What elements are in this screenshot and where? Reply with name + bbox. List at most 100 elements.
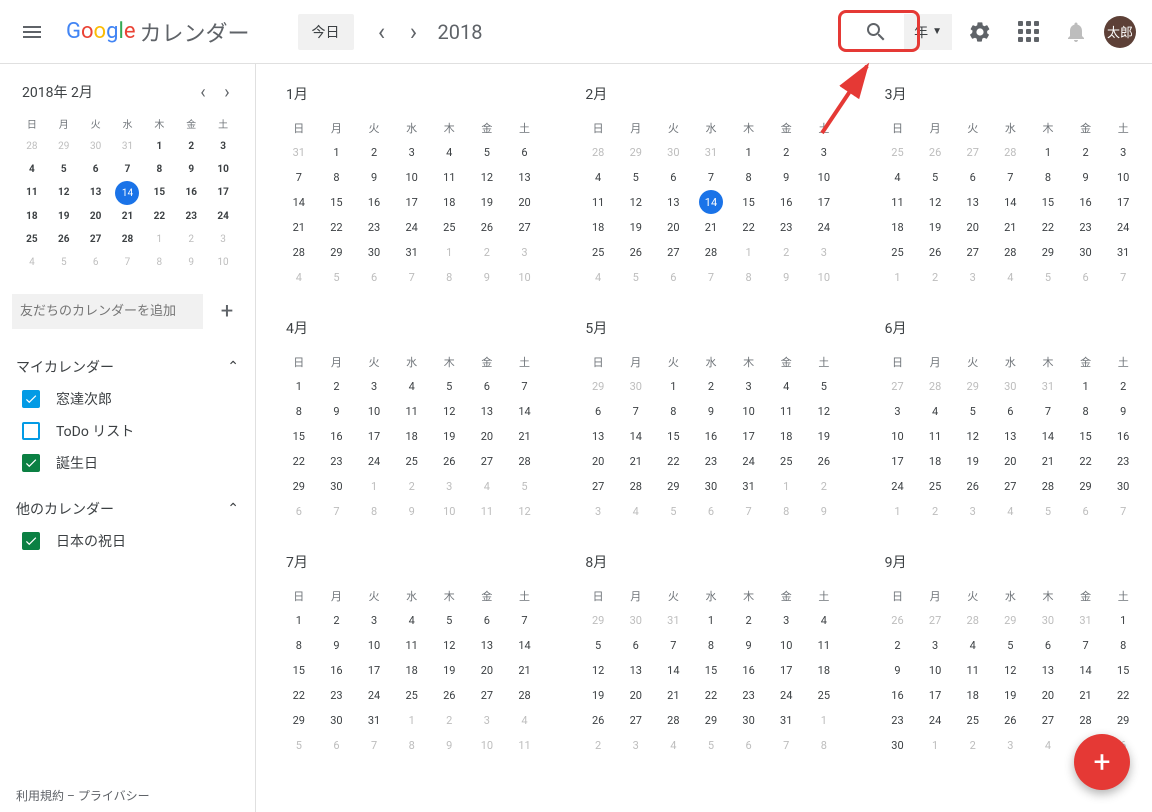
mini-day[interactable]: 28	[16, 135, 48, 158]
day[interactable]: 5	[992, 633, 1030, 658]
search-icon[interactable]	[856, 12, 896, 52]
month-title[interactable]: 2月	[579, 84, 842, 104]
day[interactable]: 13	[954, 190, 992, 215]
day[interactable]: 4	[393, 374, 431, 399]
day[interactable]: 11	[579, 190, 617, 215]
day[interactable]: 15	[655, 424, 693, 449]
day[interactable]: 18	[767, 424, 805, 449]
day[interactable]: 11	[767, 399, 805, 424]
day[interactable]: 29	[280, 708, 318, 733]
mini-day[interactable]: 17	[207, 181, 239, 205]
day[interactable]: 24	[805, 215, 843, 240]
next-button[interactable]: ›	[398, 16, 430, 48]
day[interactable]: 12	[617, 190, 655, 215]
day[interactable]: 30	[879, 733, 917, 758]
month-title[interactable]: 5月	[579, 318, 842, 338]
day[interactable]: 10	[1104, 165, 1142, 190]
day-other[interactable]: 9	[393, 499, 431, 524]
day[interactable]: 9	[1104, 399, 1142, 424]
notifications-icon[interactable]	[1056, 12, 1096, 52]
day[interactable]: 15	[318, 190, 356, 215]
day-other[interactable]: 8	[355, 499, 393, 524]
day-other[interactable]: 7	[1104, 265, 1142, 290]
day[interactable]: 24	[879, 474, 917, 499]
day[interactable]: 12	[468, 165, 506, 190]
day-other[interactable]: 5	[655, 499, 693, 524]
day-other[interactable]: 1	[430, 240, 468, 265]
day[interactable]: 10	[730, 399, 768, 424]
day[interactable]: 21	[992, 215, 1030, 240]
day[interactable]: 4	[393, 608, 431, 633]
day[interactable]: 31	[730, 474, 768, 499]
day[interactable]: 27	[992, 474, 1030, 499]
day-other[interactable]: 3	[992, 733, 1030, 758]
day[interactable]: 7	[1067, 633, 1105, 658]
mini-day[interactable]: 29	[48, 135, 80, 158]
day-other[interactable]: 4	[506, 708, 544, 733]
day[interactable]: 19	[579, 683, 617, 708]
day[interactable]: 20	[468, 658, 506, 683]
day-other[interactable]: 27	[954, 140, 992, 165]
mini-day[interactable]: 8	[143, 251, 175, 274]
day[interactable]: 5	[468, 140, 506, 165]
mini-day[interactable]: 4	[16, 158, 48, 181]
day[interactable]: 11	[916, 424, 954, 449]
day[interactable]: 7	[280, 165, 318, 190]
day[interactable]: 17	[805, 190, 843, 215]
day[interactable]: 16	[1067, 190, 1105, 215]
day-other[interactable]: 6	[1067, 265, 1105, 290]
day[interactable]: 23	[879, 708, 917, 733]
day[interactable]: 30	[730, 708, 768, 733]
day[interactable]: 7	[992, 165, 1030, 190]
day[interactable]: 21	[692, 215, 730, 240]
day-other[interactable]: 28	[992, 140, 1030, 165]
day[interactable]: 18	[879, 215, 917, 240]
day-other[interactable]: 30	[992, 374, 1030, 399]
day[interactable]: 29	[1029, 240, 1067, 265]
day[interactable]: 15	[1029, 190, 1067, 215]
day[interactable]: 5	[579, 633, 617, 658]
day[interactable]: 2	[767, 140, 805, 165]
day[interactable]: 1	[692, 608, 730, 633]
my-calendars-header[interactable]: マイカレンダー ⌃	[8, 351, 247, 383]
day[interactable]: 25	[916, 474, 954, 499]
day[interactable]: 8	[655, 399, 693, 424]
day-other[interactable]: 5	[1029, 265, 1067, 290]
day[interactable]: 16	[730, 658, 768, 683]
day[interactable]: 27	[579, 474, 617, 499]
mini-day[interactable]: 2	[175, 228, 207, 251]
day-other[interactable]: 9	[805, 499, 843, 524]
day[interactable]: 29	[1067, 474, 1105, 499]
day[interactable]: 17	[916, 683, 954, 708]
day-other[interactable]: 7	[318, 499, 356, 524]
day[interactable]: 25	[393, 449, 431, 474]
day[interactable]: 4	[767, 374, 805, 399]
day[interactable]: 21	[655, 683, 693, 708]
day[interactable]: 11	[879, 190, 917, 215]
day[interactable]: 6	[1029, 633, 1067, 658]
month-title[interactable]: 9月	[879, 552, 1142, 572]
day[interactable]: 6	[954, 165, 992, 190]
day-other[interactable]: 3	[805, 240, 843, 265]
day[interactable]: 8	[692, 633, 730, 658]
mini-day[interactable]: 9	[175, 158, 207, 181]
day-other[interactable]: 3	[954, 265, 992, 290]
day[interactable]: 30	[318, 474, 356, 499]
day[interactable]: 28	[506, 683, 544, 708]
day[interactable]: 19	[430, 424, 468, 449]
day[interactable]: 9	[318, 399, 356, 424]
day[interactable]: 17	[767, 658, 805, 683]
day[interactable]: 29	[318, 240, 356, 265]
day[interactable]: 21	[280, 215, 318, 240]
day[interactable]: 10	[355, 633, 393, 658]
day[interactable]: 11	[393, 633, 431, 658]
day-other[interactable]: 30	[617, 608, 655, 633]
day[interactable]: 13	[468, 633, 506, 658]
day[interactable]: 12	[430, 399, 468, 424]
day[interactable]: 30	[692, 474, 730, 499]
day-other[interactable]: 28	[916, 374, 954, 399]
day[interactable]: 26	[805, 449, 843, 474]
day[interactable]: 19	[617, 215, 655, 240]
day-other[interactable]: 7	[393, 265, 431, 290]
day-other[interactable]: 8	[393, 733, 431, 758]
